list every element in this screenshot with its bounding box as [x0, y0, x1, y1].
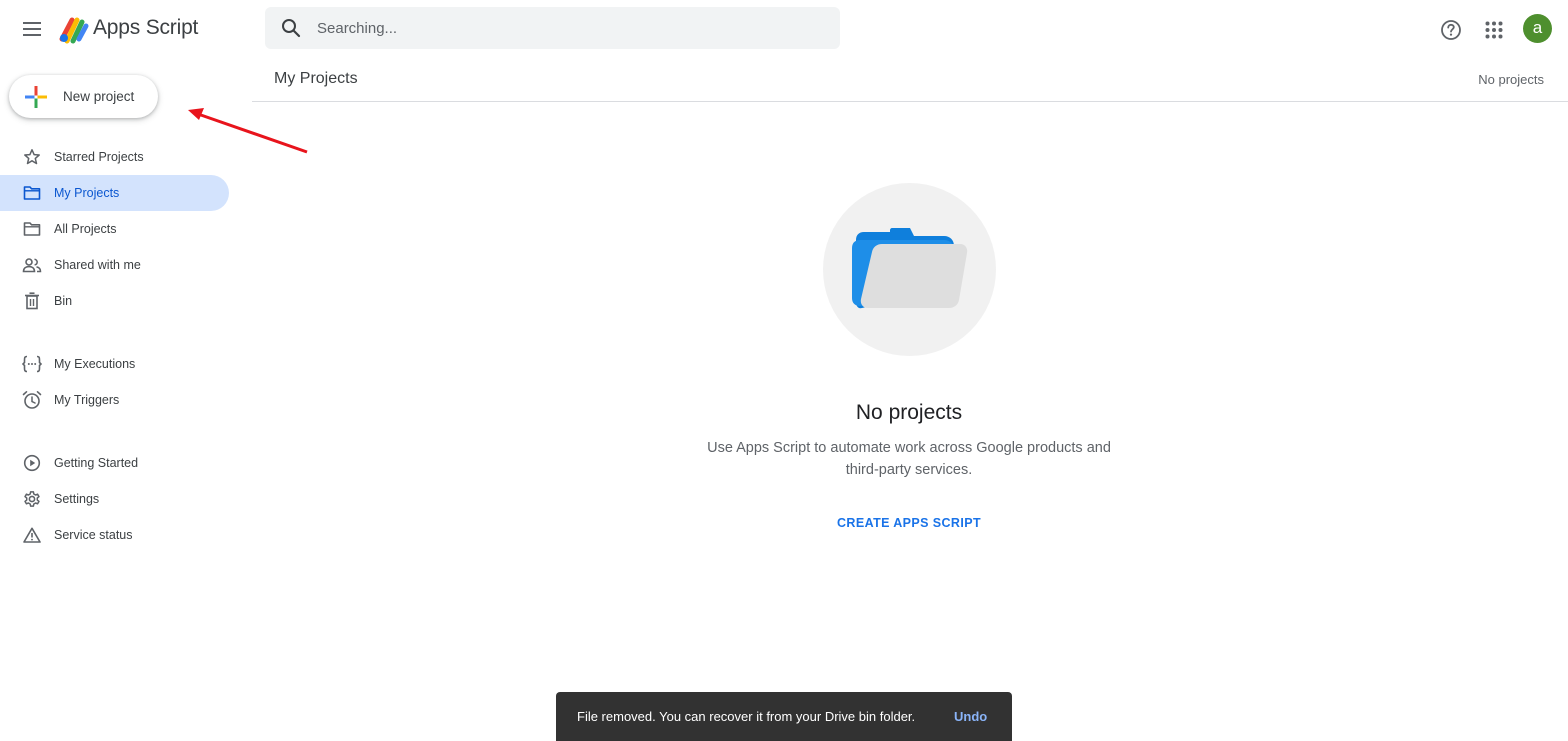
sidebar-item-my-executions[interactable]: My Executions [0, 346, 229, 382]
people-icon [22, 255, 42, 275]
sidebar-item-all-projects[interactable]: All Projects [0, 211, 229, 247]
empty-folder-icon [852, 228, 968, 309]
hamburger-menu-icon [23, 22, 41, 36]
app-title[interactable]: Apps Script [93, 16, 198, 40]
new-project-label: New project [63, 89, 135, 104]
help-icon [1441, 20, 1461, 40]
sidebar-item-starred-projects[interactable]: Starred Projects [0, 139, 229, 175]
google-apps-button[interactable] [1476, 12, 1512, 48]
sidebar-item-label: My Triggers [54, 393, 120, 407]
sidebar-item-label: Service status [54, 528, 133, 542]
sidebar-item-label: My Executions [54, 357, 136, 371]
trash-icon [22, 291, 42, 311]
sidebar-item-label: Starred Projects [54, 150, 144, 164]
help-button[interactable] [1433, 12, 1469, 48]
sidebar-item-settings[interactable]: Settings [0, 481, 229, 517]
undo-button[interactable]: Undo [954, 709, 987, 724]
sidebar-item-label: Settings [54, 492, 100, 506]
sidebar-item-bin[interactable]: Bin [0, 283, 229, 319]
sidebar-item-label: Shared with me [54, 258, 141, 272]
search-bar[interactable] [265, 7, 840, 49]
executions-icon [22, 354, 42, 374]
sidebar-item-my-projects[interactable]: My Projects [0, 175, 229, 211]
main-menu-button[interactable] [14, 11, 50, 47]
play-circle-icon [22, 453, 42, 473]
sidebar-item-shared-with-me[interactable]: Shared with me [0, 247, 229, 283]
sidebar-item-getting-started[interactable]: Getting Started [0, 445, 229, 481]
sidebar-item-label: Bin [54, 294, 73, 308]
top-app-bar: Apps Script a [0, 0, 1568, 57]
warning-icon [22, 525, 42, 545]
search-icon[interactable] [265, 7, 317, 49]
apps-grid-icon [1485, 21, 1503, 39]
apps-script-logo-icon[interactable] [58, 14, 90, 44]
new-project-button[interactable]: New project [9, 75, 158, 118]
folder-icon [22, 219, 42, 239]
sidebar-item-my-triggers[interactable]: My Triggers [0, 382, 229, 418]
sidebar-item-label: My Projects [54, 186, 120, 200]
header-divider [252, 101, 1568, 102]
create-apps-script-button[interactable]: CREATE APPS SCRIPT [830, 516, 988, 530]
sidebar-item-label: Getting Started [54, 456, 139, 470]
sidebar-item-label: All Projects [54, 222, 117, 236]
account-avatar[interactable]: a [1523, 14, 1552, 43]
folder-icon [22, 183, 42, 203]
page-title: My Projects [274, 70, 358, 87]
star-icon [22, 147, 42, 167]
snackbar: File removed. You can recover it from yo… [556, 692, 1012, 741]
sidebar-item-service-status[interactable]: Service status [0, 517, 229, 553]
plus-icon [25, 86, 47, 108]
empty-state-description: Use Apps Script to automate work across … [707, 440, 1111, 478]
search-input[interactable] [317, 19, 817, 37]
alarm-icon [22, 390, 42, 410]
snackbar-message: File removed. You can recover it from yo… [577, 709, 916, 724]
project-count: No projects [1478, 72, 1544, 87]
gear-icon [22, 489, 42, 509]
empty-state-heading: No projects [855, 401, 963, 424]
